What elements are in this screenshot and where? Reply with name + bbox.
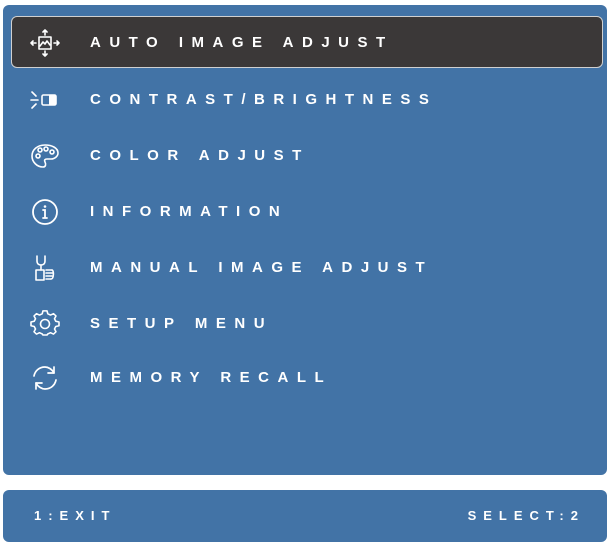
menu-item-color-adjust[interactable]: COLOR ADJUST — [11, 129, 603, 181]
auto-adjust-icon — [30, 29, 60, 57]
status-bar: 1:EXIT SELECT:2 — [3, 490, 607, 542]
palette-icon — [30, 142, 60, 170]
menu-item-information[interactable]: INFORMATION — [11, 185, 603, 237]
gear-icon — [30, 310, 60, 338]
menu-item-setup-menu[interactable]: SETUP MENU — [11, 297, 603, 349]
menu-item-label: INFORMATION — [90, 203, 289, 220]
select-hint[interactable]: SELECT:2 — [468, 490, 585, 542]
menu-item-label: SETUP MENU — [90, 315, 274, 332]
info-icon — [30, 198, 60, 226]
contrast-brightness-icon — [30, 86, 60, 114]
menu-item-label: COLOR ADJUST — [90, 147, 310, 164]
menu-item-label: MEMORY RECALL — [90, 369, 333, 386]
menu-item-memory-recall[interactable]: MEMORY RECALL — [11, 351, 603, 403]
menu-item-label: CONTRAST/BRIGHTNESS — [90, 91, 438, 108]
menu-item-label: AUTO IMAGE ADJUST — [90, 34, 394, 51]
menu-item-label: MANUAL IMAGE ADJUST — [90, 259, 434, 276]
refresh-icon — [30, 364, 60, 392]
manual-adjust-icon — [30, 254, 60, 282]
menu-item-auto-image-adjust[interactable]: AUTO IMAGE ADJUST — [11, 16, 603, 68]
exit-hint[interactable]: 1:EXIT — [34, 490, 116, 542]
osd-menu-panel: AUTO IMAGE ADJUST CONTRAST/BRIGHTNESS CO… — [3, 5, 607, 475]
menu-item-manual-image-adjust[interactable]: MANUAL IMAGE ADJUST — [11, 241, 603, 293]
menu-item-contrast-brightness[interactable]: CONTRAST/BRIGHTNESS — [11, 73, 603, 125]
